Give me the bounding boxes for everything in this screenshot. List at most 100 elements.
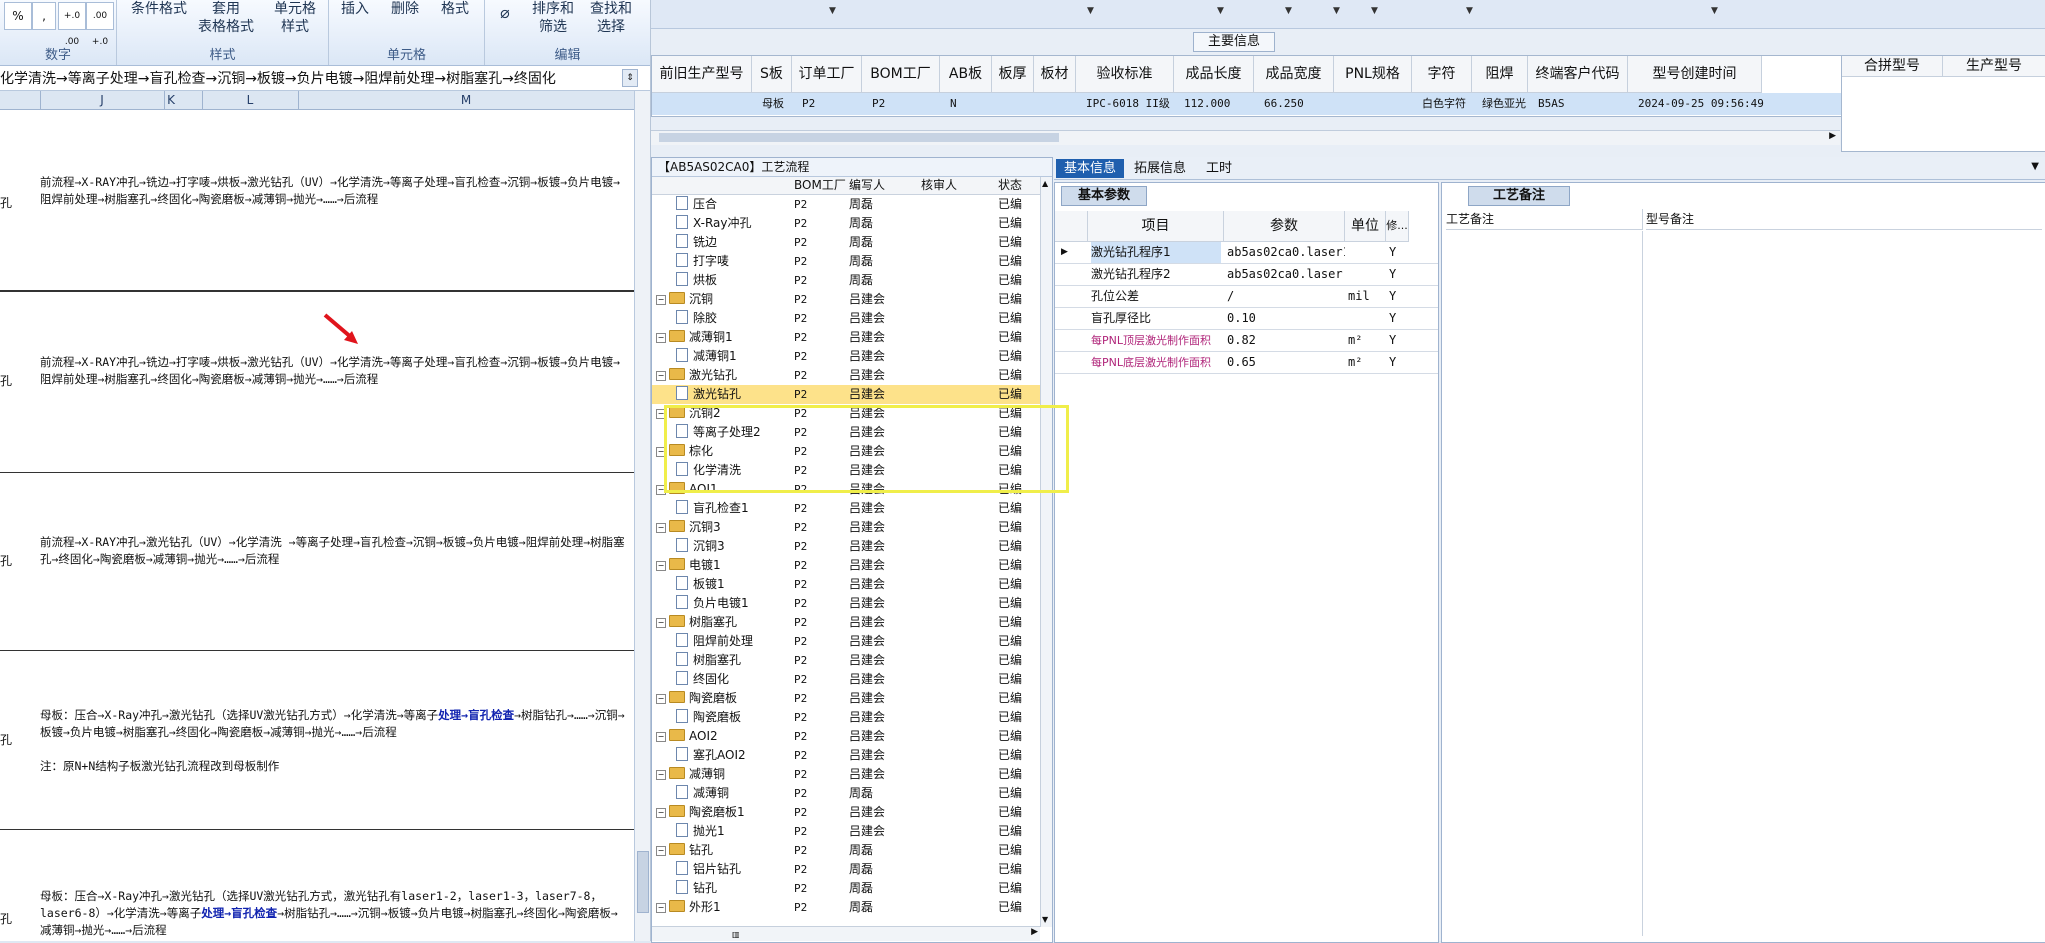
tab-extended-info[interactable]: 拓展信息 bbox=[1126, 159, 1194, 178]
dropdown-arrow-icon[interactable]: ▼ bbox=[1711, 6, 1718, 16]
tab-work-hours[interactable]: 工时 bbox=[1198, 159, 1240, 178]
tree-node-folder[interactable]: − AOI2 P2 吕建会 已编 bbox=[652, 727, 1042, 746]
tree-node-doc[interactable]: 抛光1 P2 吕建会 已编 bbox=[652, 822, 1042, 841]
tree-node-doc[interactable]: 沉铜3 P2 吕建会 已编 bbox=[652, 537, 1042, 556]
grid-header[interactable]: PNL规格 bbox=[1334, 56, 1412, 93]
conditional-format-button[interactable]: 条件格式 bbox=[123, 0, 195, 18]
grid-header[interactable]: 成品宽度 bbox=[1254, 56, 1334, 93]
dropdown-arrow-icon[interactable]: ▼ bbox=[1217, 6, 1224, 16]
tree-node-doc[interactable]: 终固化 P2 吕建会 已编 bbox=[652, 670, 1042, 689]
grid-header[interactable]: 板材 bbox=[1034, 56, 1076, 93]
tree-node-folder[interactable]: − 沉铜 P2 吕建会 已编 bbox=[652, 290, 1042, 309]
tree-node-folder[interactable]: − 陶瓷磨板 P2 吕建会 已编 bbox=[652, 689, 1042, 708]
delete-button[interactable]: 删除 bbox=[383, 0, 427, 18]
tree-node-folder[interactable]: − 陶瓷磨板1 P2 吕建会 已编 bbox=[652, 803, 1042, 822]
tree-node-folder[interactable]: − 树脂塞孔 P2 吕建会 已编 bbox=[652, 613, 1042, 632]
scroll-right-icon[interactable]: ▶ bbox=[1031, 927, 1038, 937]
formula-bar[interactable]: 化学清洗→等离子处理→盲孔检查→沉铜→板镀→负片电镀→阻焊前处理→树脂塞孔→终固… bbox=[0, 66, 650, 91]
sheet-row[interactable]: 孔 前流程→X-RAY冲孔→激光钻孔（UV）→化学清洗 →等离子处理→盲孔检查→… bbox=[0, 472, 634, 651]
model-remark-input[interactable] bbox=[1646, 231, 2042, 936]
tree-horizontal-scrollbar[interactable]: ▥ ▶ bbox=[652, 926, 1040, 941]
scroll-thumb[interactable] bbox=[659, 133, 1059, 142]
comma-button[interactable]: , bbox=[32, 2, 56, 30]
param-row[interactable]: 激光钻孔程序2 ab5as02ca0.laser... Y bbox=[1055, 264, 1438, 286]
column-header-k[interactable]: K bbox=[140, 91, 203, 109]
decrease-decimal-button[interactable]: .00 +.0 bbox=[86, 2, 114, 47]
grid-header[interactable]: 阻焊 bbox=[1472, 56, 1528, 93]
tree-header-status[interactable]: 状态 bbox=[998, 177, 1022, 194]
grid-header[interactable]: BOM工厂 bbox=[862, 56, 940, 93]
grid-header[interactable]: 终端客户代码 bbox=[1528, 56, 1628, 93]
column-header-m[interactable]: M bbox=[298, 91, 635, 109]
find-select-button[interactable]: 查找和 选择 bbox=[583, 0, 639, 36]
grid-header[interactable]: 前旧生产型号 bbox=[652, 56, 752, 93]
grid-header[interactable]: 订单工厂 bbox=[792, 56, 862, 93]
tree-node-doc[interactable]: 烘板 P2 周磊 已编 bbox=[652, 271, 1042, 290]
tree-header-bom[interactable]: BOM工厂 bbox=[794, 177, 846, 194]
tree-node-folder[interactable]: − 减薄铜1 P2 吕建会 已编 bbox=[652, 328, 1042, 347]
increase-decimal-button[interactable]: +.0 .00 bbox=[58, 2, 86, 47]
param-row[interactable]: ▶ 激光钻孔程序1 ab5as02ca0.laser1-2 Y bbox=[1055, 242, 1438, 264]
tree-header-reviewer[interactable]: 核审人 bbox=[921, 177, 957, 194]
dropdown-arrow-icon[interactable]: ▼ bbox=[1087, 6, 1094, 16]
param-cell-value[interactable]: / bbox=[1227, 286, 1345, 307]
tree-node-doc[interactable]: 铣边 P2 周磊 已编 bbox=[652, 233, 1042, 252]
grid-header[interactable]: 字符 bbox=[1412, 56, 1472, 93]
tree-node-doc[interactable]: 减薄铜1 P2 吕建会 已编 bbox=[652, 347, 1042, 366]
sort-filter-button[interactable]: 排序和 筛选 bbox=[525, 0, 581, 36]
table-format-button[interactable]: 套用 表格格式 bbox=[191, 0, 261, 36]
dropdown-arrow-icon[interactable]: ▼ bbox=[1333, 6, 1340, 16]
grid-header[interactable]: S板 bbox=[752, 56, 792, 93]
tree-node-doc[interactable]: 激光钻孔 P2 吕建会 已编 bbox=[652, 385, 1042, 404]
param-row[interactable]: 孔位公差 / mil Y bbox=[1055, 286, 1438, 308]
tree-node-doc[interactable]: 铝片钻孔 P2 周磊 已编 bbox=[652, 860, 1042, 879]
collapse-icon[interactable]: − bbox=[656, 561, 666, 571]
tree-node-folder[interactable]: − 电镀1 P2 吕建会 已编 bbox=[652, 556, 1042, 575]
grid2-header[interactable]: 合拼型号 bbox=[1842, 56, 1943, 77]
grid-header[interactable]: 型号创建时间 bbox=[1628, 56, 1762, 93]
tree-node-folder[interactable]: − 外形1 P2 周磊 已编 bbox=[652, 898, 1042, 917]
collapse-icon[interactable]: − bbox=[656, 903, 666, 913]
param-row[interactable]: 盲孔厚径比 0.10 Y bbox=[1055, 308, 1438, 330]
collapse-icon[interactable]: − bbox=[656, 333, 666, 343]
tree-node-doc[interactable]: 负片电镀1 P2 吕建会 已编 bbox=[652, 594, 1042, 613]
insert-button[interactable]: 插入 bbox=[333, 0, 377, 18]
formula-expand-icon[interactable]: ⇕ bbox=[622, 69, 638, 87]
collapse-icon[interactable]: − bbox=[656, 846, 666, 856]
tree-node-doc[interactable]: 阻焊前处理 P2 吕建会 已编 bbox=[652, 632, 1042, 651]
tab-basic-info[interactable]: 基本信息 bbox=[1056, 159, 1125, 178]
params-header-modify[interactable]: 修... bbox=[1386, 211, 1409, 242]
param-cell-value[interactable]: ab5as02ca0.laser... bbox=[1227, 264, 1345, 285]
tree-node-folder[interactable]: − 钻孔 P2 周磊 已编 bbox=[652, 841, 1042, 860]
dropdown-arrow-icon[interactable]: ▼ bbox=[829, 6, 836, 16]
params-header-value[interactable]: 参数 bbox=[1224, 211, 1345, 242]
tree-node-doc[interactable]: 板镀1 P2 吕建会 已编 bbox=[652, 575, 1042, 594]
tabs-menu-icon[interactable]: ▼ bbox=[2031, 161, 2039, 172]
column-header-l[interactable]: L bbox=[202, 91, 299, 109]
percent-button[interactable]: % bbox=[4, 2, 32, 30]
grid-row[interactable]: 母板 P2 P2 N IPC-6018 II级 112.000 66.250 白色字符 绿色亚光… bbox=[652, 93, 1841, 115]
format-button[interactable]: 格式 bbox=[433, 0, 477, 18]
collapse-icon[interactable]: − bbox=[656, 808, 666, 818]
clear-icon[interactable]: ⌀ bbox=[493, 4, 517, 22]
collapse-icon[interactable]: − bbox=[656, 770, 666, 780]
grid-horizontal-scrollbar[interactable]: ▶ bbox=[651, 130, 1840, 145]
dropdown-arrow-icon[interactable]: ▼ bbox=[1371, 6, 1378, 16]
grid-header[interactable]: 板厚 bbox=[992, 56, 1034, 93]
sheet-row[interactable]: 孔 前流程→X-RAY冲孔→铣边→打字唛→烘板→激光钻孔（UV）→化学清洗→等离… bbox=[0, 110, 634, 291]
tree-node-doc[interactable]: 钻孔 P2 周磊 已编 bbox=[652, 879, 1042, 898]
param-cell-value[interactable]: 0.65 bbox=[1227, 352, 1345, 373]
tree-header-author[interactable]: 编写人 bbox=[849, 177, 885, 194]
grid-header[interactable]: 验收标准 bbox=[1076, 56, 1174, 93]
dropdown-arrow-icon[interactable]: ▼ bbox=[1466, 6, 1473, 16]
tree-node-folder[interactable]: − 减薄铜 P2 吕建会 已编 bbox=[652, 765, 1042, 784]
tree-node-doc[interactable]: 塞孔AOI2 P2 吕建会 已编 bbox=[652, 746, 1042, 765]
sheet-row[interactable]: 孔 母板：压合→X-Ray冲孔→激光钻孔（选择UV激光钻孔方式，激光钻孔有las… bbox=[0, 830, 634, 941]
param-cell-value[interactable]: ab5as02ca0.laser1-2 bbox=[1227, 242, 1345, 263]
scroll-right-icon[interactable]: ▶ bbox=[1829, 131, 1836, 141]
tree-node-doc[interactable]: 盲孔检查1 P2 吕建会 已编 bbox=[652, 499, 1042, 518]
param-row[interactable]: 每PNL顶层激光制作面积 0.82 m² Y bbox=[1055, 330, 1438, 352]
grid-header[interactable]: AB板 bbox=[940, 56, 992, 93]
excel-vertical-scrollbar[interactable] bbox=[634, 91, 650, 941]
grid-header[interactable]: 成品长度 bbox=[1174, 56, 1254, 93]
